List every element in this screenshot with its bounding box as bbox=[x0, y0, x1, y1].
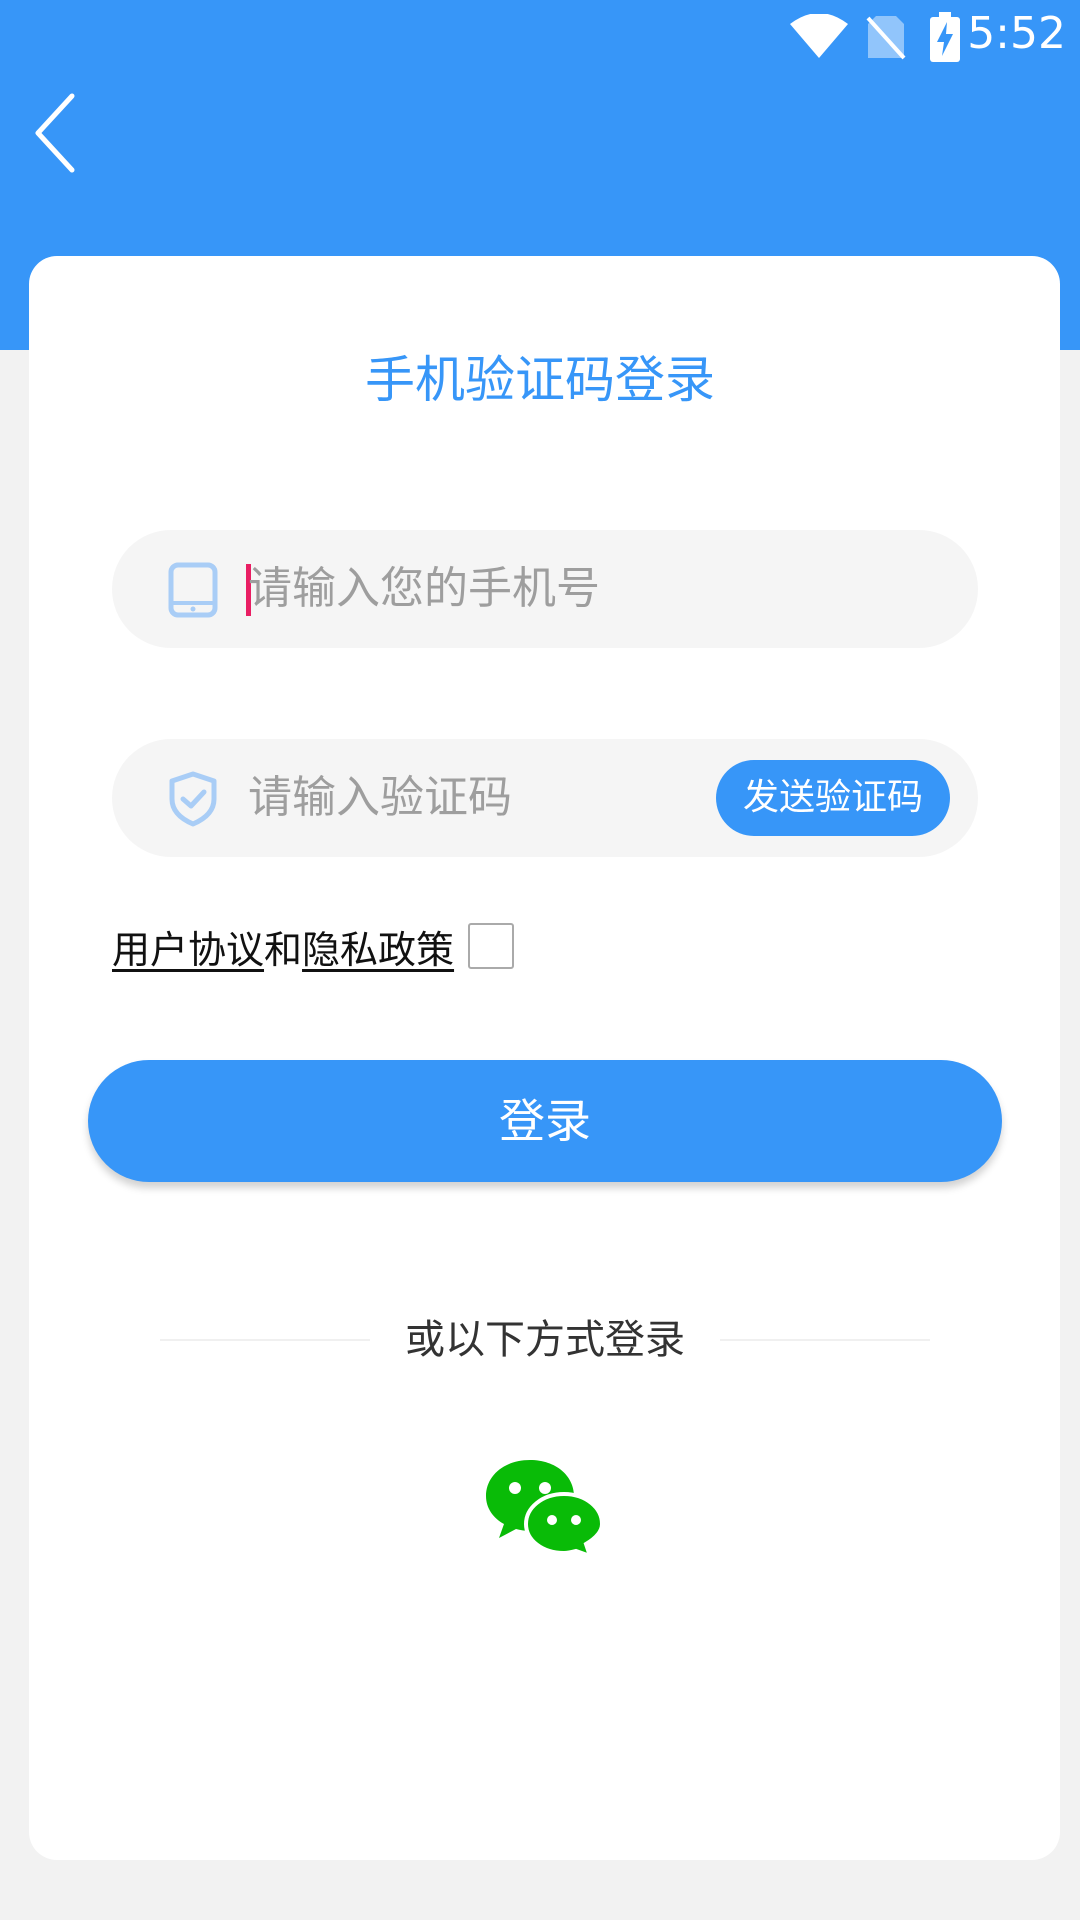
privacy-policy-link[interactable]: 隐私政策 bbox=[302, 919, 454, 974]
no-sim-icon bbox=[866, 16, 906, 60]
alt-login-label: 或以下方式登录 bbox=[405, 1317, 685, 1363]
agreement-checkbox[interactable] bbox=[468, 923, 515, 969]
shield-check-icon bbox=[169, 771, 217, 827]
alt-login-divider: 或以下方式登录 bbox=[160, 1310, 930, 1370]
code-field[interactable]: 请输入验证码 发送验证码 bbox=[112, 739, 978, 857]
agreement-conjunction: 和 bbox=[264, 927, 303, 972]
status-bar: 5:52 bbox=[0, 0, 1080, 75]
phone-icon bbox=[168, 562, 218, 618]
user-agreement-link[interactable]: 用户协议 bbox=[112, 919, 264, 974]
page-title: 手机验证码登录 bbox=[365, 351, 715, 409]
send-code-button[interactable]: 发送验证码 bbox=[716, 760, 950, 836]
code-input[interactable]: 请输入验证码 bbox=[248, 739, 512, 857]
phone-field[interactable]: 请输入您的手机号 bbox=[112, 530, 978, 648]
login-button[interactable]: 登录 bbox=[88, 1060, 1002, 1182]
login-card bbox=[29, 256, 1060, 1860]
wechat-icon[interactable] bbox=[484, 1458, 604, 1556]
wifi-icon bbox=[790, 14, 848, 58]
chevron-left-icon bbox=[35, 93, 75, 173]
status-time: 5:52 bbox=[967, 8, 1066, 59]
battery-charging-icon bbox=[930, 12, 960, 62]
agreement-row: 用户协议 和 隐私政策 bbox=[112, 918, 515, 974]
back-button[interactable] bbox=[28, 88, 88, 178]
phone-input[interactable]: 请输入您的手机号 bbox=[248, 530, 600, 648]
